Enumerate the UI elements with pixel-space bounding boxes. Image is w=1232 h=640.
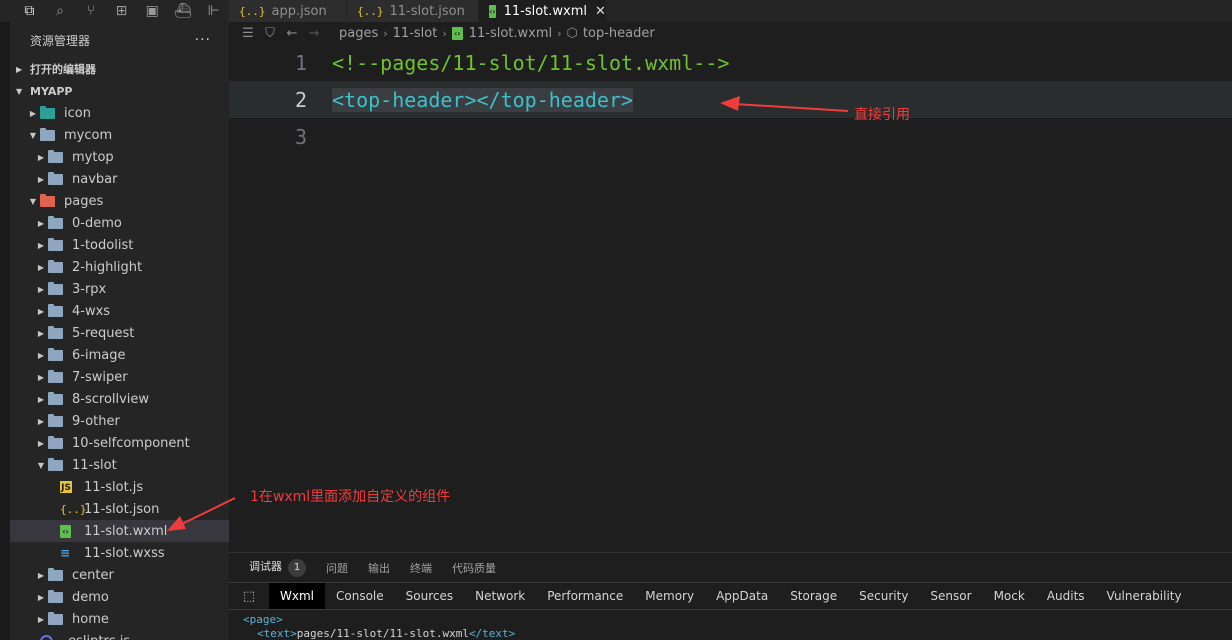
tag-close: </text> — [468, 627, 516, 640]
devtools-tab-mock[interactable]: Mock — [983, 583, 1036, 609]
devtools-tab-console[interactable]: Console — [325, 583, 395, 609]
annotation-add-component: 1在wxml里面添加自定义的组件 — [250, 489, 451, 505]
devtools-tab-list: Wxml Console Sources Network Performance Memo… — [269, 583, 1193, 609]
devtools-tab-performance[interactable]: Performance — [536, 583, 634, 609]
tab-label: 调试器 — [249, 560, 282, 574]
arrow-direct-reference — [720, 96, 849, 112]
tab-debugger[interactable]: 调试器 1 — [249, 558, 306, 577]
devtools-tab-security[interactable]: Security — [848, 583, 919, 609]
tab-terminal[interactable]: 终端 — [410, 560, 432, 576]
annotation-arrows — [167, 96, 849, 531]
tab-code-quality[interactable]: 代码质量 — [452, 560, 496, 576]
wxml-node-page[interactable]: <page> — [243, 610, 1232, 627]
devtools-tab-wxml[interactable]: Wxml — [269, 583, 325, 609]
problem-count-badge: 1 — [288, 558, 306, 577]
inspect-element-icon[interactable]: ⬚ — [229, 583, 269, 609]
devtools-tab-sources[interactable]: Sources — [395, 583, 464, 609]
arrow-add-component — [167, 497, 236, 531]
devtools-tabs: ⬚ Wxml Console Sources Network Performance Me… — [229, 582, 1232, 610]
text-content: pages/11-slot/11-slot.wxml — [296, 627, 469, 640]
devtools-tab-vulnerability[interactable]: Vulnerability — [1096, 583, 1193, 609]
tab-output[interactable]: 输出 — [368, 560, 390, 576]
devtools-tab-memory[interactable]: Memory — [634, 583, 705, 609]
wxml-node-text[interactable]: <text>pages/11-slot/11-slot.wxml</text> — [243, 627, 1232, 640]
devtools-tab-storage[interactable]: Storage — [779, 583, 848, 609]
annotation-direct-reference: 直接引用 — [854, 107, 910, 123]
devtools-tab-appdata[interactable]: AppData — [705, 583, 779, 609]
tag-open: <text> — [257, 627, 297, 640]
panel-tabs: 调试器 1 问题 输出 终端 代码质量 — [229, 552, 1232, 582]
wxml-tree-view[interactable]: <page> <text>pages/11-slot/11-slot.wxml<… — [229, 610, 1232, 640]
devtools-tab-audits[interactable]: Audits — [1036, 583, 1096, 609]
tab-problems[interactable]: 问题 — [326, 560, 348, 576]
devtools-tab-network[interactable]: Network — [464, 583, 536, 609]
devtools-tab-sensor[interactable]: Sensor — [919, 583, 982, 609]
